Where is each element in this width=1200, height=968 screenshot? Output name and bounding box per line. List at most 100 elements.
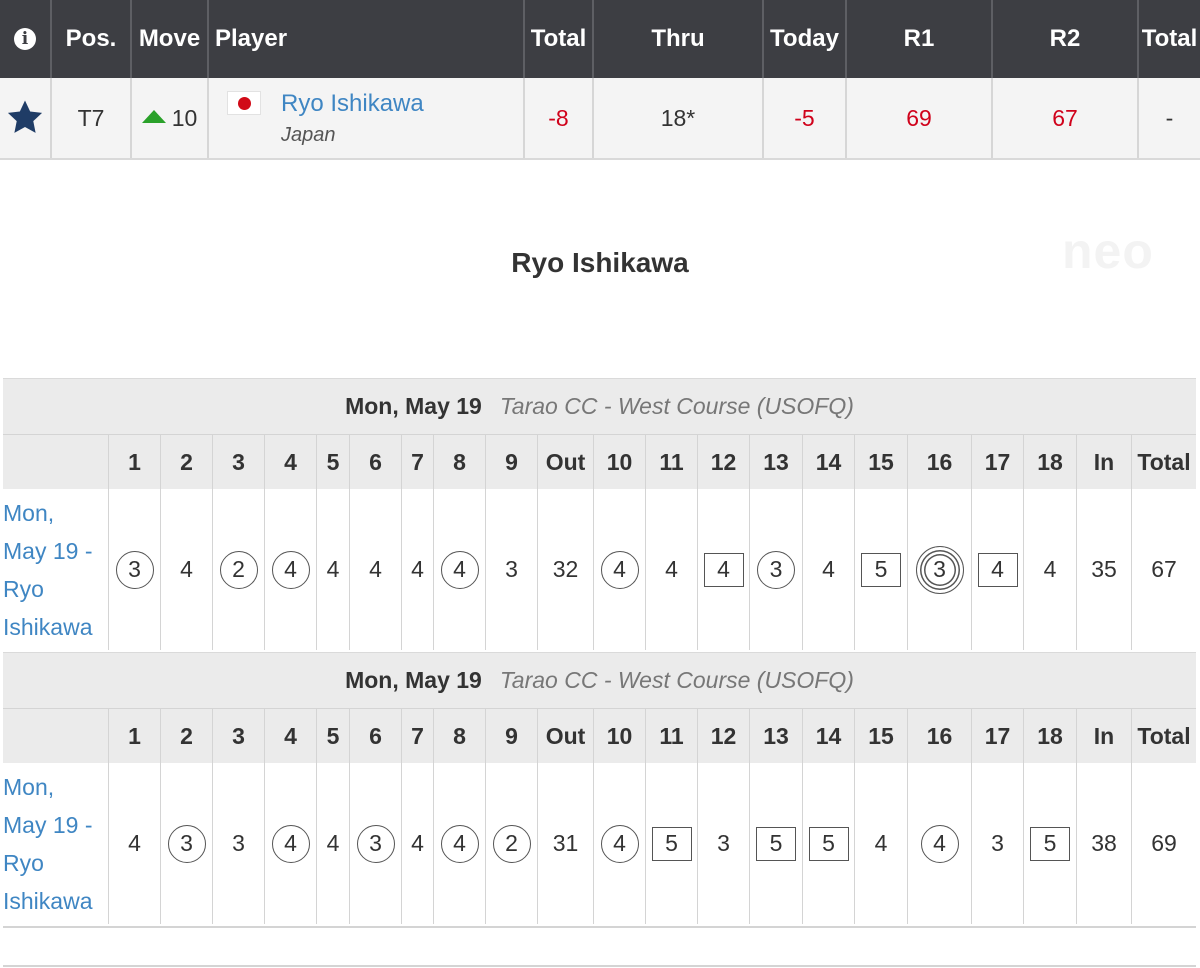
hole-header: 4 xyxy=(264,434,316,489)
leaderboard-player-row[interactable]: T7 10 Ryo Ishikawa Japan -8 18* -5 69 67… xyxy=(0,78,1200,160)
hole-score: 4 xyxy=(802,489,854,650)
hole-header: 16 xyxy=(907,434,971,489)
birdie-score: 3 xyxy=(356,824,395,863)
round-label-cell: Mon, May 19 - Ryo Ishikawa xyxy=(3,763,108,924)
hole-header: Out xyxy=(537,434,593,489)
birdie-score: 4 xyxy=(271,550,310,589)
hole-header: 1 xyxy=(108,708,160,763)
hole-header: 10 xyxy=(593,708,645,763)
hole-score: 5 xyxy=(749,763,802,924)
hole-score: 38 xyxy=(1076,763,1131,924)
r1-value: 69 xyxy=(845,78,991,158)
score-value: 4 xyxy=(128,830,141,856)
thru-header[interactable]: Thru xyxy=(592,0,762,78)
hole-header: 18 xyxy=(1023,434,1076,489)
hole-header: 12 xyxy=(697,708,749,763)
move-value: 10 xyxy=(171,104,198,131)
r2-header[interactable]: R2 xyxy=(991,0,1137,78)
leaderboard-table: i Pos. Move Player Total Thru Today R1 R… xyxy=(0,0,1200,160)
r2-value: 67 xyxy=(991,78,1137,158)
score-value: 4 xyxy=(326,556,340,582)
r1-header[interactable]: R1 xyxy=(845,0,991,78)
hole-header: 3 xyxy=(212,434,264,489)
page-title: Ryo Ishikawa xyxy=(511,247,689,278)
hole-score: 3 xyxy=(907,489,971,650)
round-label-link[interactable]: Mon, May 19 - Ryo Ishikawa xyxy=(3,768,92,920)
hole-header: 7 xyxy=(401,434,433,489)
birdie-score: 4 xyxy=(271,824,310,863)
hole-score: 4 xyxy=(401,489,433,650)
hole-score: 4 xyxy=(401,763,433,924)
hole-header: 11 xyxy=(645,708,697,763)
hole-score: 3 xyxy=(749,489,802,650)
favorite-cell[interactable] xyxy=(0,78,50,158)
score-value: 3 xyxy=(991,830,1004,856)
pos-value: T7 xyxy=(50,78,130,158)
hole-header: 6 xyxy=(349,708,401,763)
total-value: -8 xyxy=(523,78,592,158)
score-value: 69 xyxy=(1151,830,1177,856)
bogey-score: 5 xyxy=(861,552,901,587)
hole-header: 1 xyxy=(108,434,160,489)
score-value: 4 xyxy=(326,830,340,856)
hole-score: 4 xyxy=(854,763,907,924)
hole-header: In xyxy=(1076,434,1131,489)
divider xyxy=(3,965,1196,967)
hole-score: 2 xyxy=(212,489,264,650)
hole-header: 15 xyxy=(854,434,907,489)
score-value: 4 xyxy=(1043,556,1057,582)
hole-score: 4 xyxy=(645,489,697,650)
hole-score: 4 xyxy=(316,763,349,924)
pos-header[interactable]: Pos. xyxy=(50,0,130,78)
move-header[interactable]: Move xyxy=(130,0,207,78)
hole-score: 5 xyxy=(1023,763,1076,924)
hole-score: 3 xyxy=(971,763,1023,924)
player-country: Japan xyxy=(281,123,336,146)
hole-score: 5 xyxy=(854,489,907,650)
hole-header: In xyxy=(1076,708,1131,763)
player-name-link[interactable]: Ryo Ishikawa xyxy=(281,90,424,118)
hole-header: 15 xyxy=(854,708,907,763)
hole-header: 11 xyxy=(645,434,697,489)
course-name: Tarao CC - West Course (USOFQ) xyxy=(499,667,854,693)
score-grid: 1 2 3 4 5 6 7 8 9 Out 10 11 12 13 14 15 16 17 18 In Total Mo… xyxy=(3,708,1196,928)
hole-score: 4 xyxy=(316,489,349,650)
total2-header[interactable]: Total xyxy=(1137,0,1200,78)
score-value: 4 xyxy=(411,830,424,856)
score-row: Mon, May 19 - Ryo Ishikawa 4 3 3 4 4 3 4 4 2 31 4 5 3 5 5 4… xyxy=(3,763,1196,928)
hole-header: Total xyxy=(1131,434,1196,489)
player-header[interactable]: Player xyxy=(207,0,523,78)
hole-header: 6 xyxy=(349,434,401,489)
total-header[interactable]: Total xyxy=(523,0,592,78)
star-icon[interactable] xyxy=(5,98,45,138)
hole-score: 4 xyxy=(1023,489,1076,650)
hole-header: 2 xyxy=(160,708,212,763)
info-icon[interactable]: i xyxy=(14,28,36,50)
hole-header: 4 xyxy=(264,708,316,763)
hole-score: 32 xyxy=(537,489,593,650)
score-value: 3 xyxy=(717,830,730,856)
score-value: 38 xyxy=(1091,830,1117,856)
birdie-score: 4 xyxy=(920,824,959,863)
hole-score: 4 xyxy=(697,489,749,650)
scorecard: Mon, May 19 Tarao CC - West Course (USOF… xyxy=(3,378,1196,654)
hole-header: 14 xyxy=(802,434,854,489)
holes-header-blank xyxy=(3,708,108,763)
score-value: 3 xyxy=(232,830,245,856)
hole-score: 4 xyxy=(264,489,316,650)
today-header[interactable]: Today xyxy=(762,0,845,78)
info-header[interactable]: i xyxy=(0,0,50,78)
hole-score: 35 xyxy=(1076,489,1131,650)
round-date: Mon, May 19 xyxy=(345,393,482,419)
score-value: 4 xyxy=(411,556,424,582)
hole-score: 2 xyxy=(485,763,537,924)
bogey-score: 5 xyxy=(808,826,849,861)
watermark-logo: neo xyxy=(1062,223,1154,279)
round-label-link[interactable]: Mon, May 19 - Ryo Ishikawa xyxy=(3,494,92,646)
score-value: 4 xyxy=(874,830,888,856)
thru-value: 18* xyxy=(592,78,762,158)
score-value: 67 xyxy=(1151,556,1177,582)
hole-score: 4 xyxy=(433,489,485,650)
holes-header-row: 1 2 3 4 5 6 7 8 9 Out 10 11 12 13 14 15 16 17 18 In Total xyxy=(3,434,1196,489)
hole-score: 4 xyxy=(593,763,645,924)
